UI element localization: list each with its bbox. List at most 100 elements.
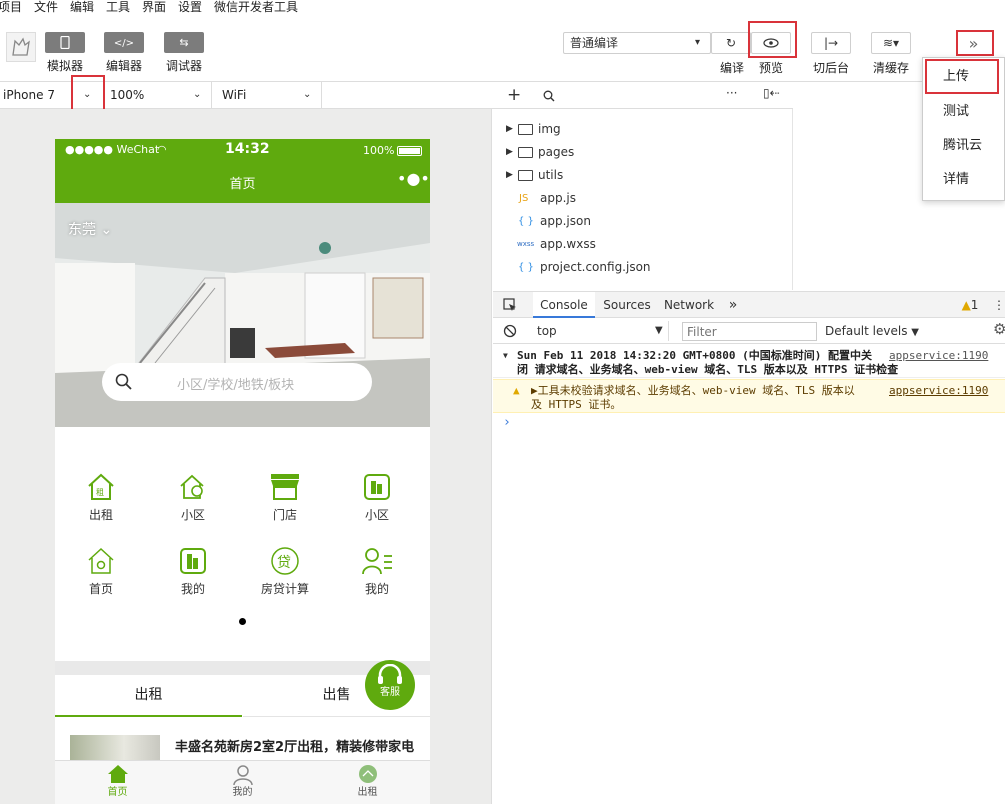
layers-icon: ≋▾	[882, 36, 900, 50]
folder-icon	[518, 147, 533, 158]
compile-button[interactable]: ↻	[711, 32, 751, 54]
grid-item-rent[interactable]: 租 出租	[66, 472, 136, 532]
simulator-button[interactable]	[45, 32, 85, 53]
service-label: 客服	[380, 687, 400, 698]
editor-button[interactable]: </>	[104, 32, 144, 53]
pager-dot[interactable]	[239, 618, 246, 625]
battery-label: 100%	[363, 144, 395, 157]
tree-item-pages[interactable]: ▶ pages	[493, 141, 793, 164]
tree-item-app-json[interactable]: { } app.json	[493, 210, 793, 233]
avatar[interactable]	[6, 32, 36, 62]
grid-item-loan[interactable]: 贷 房贷计算	[250, 546, 320, 606]
background-button[interactable]: |→	[811, 32, 851, 54]
phone-nav-bar: 首页 •●•	[55, 161, 430, 203]
expand-triangle-icon[interactable]: ▼	[503, 349, 508, 363]
network-select[interactable]: WiFi ⌄	[219, 82, 322, 108]
debugger-label: 调试器	[165, 59, 202, 73]
clear-cache-button[interactable]: ≋▾	[871, 32, 911, 54]
console-filter-input[interactable]	[682, 322, 817, 341]
device-value: iPhone 7	[3, 88, 55, 102]
tab-network[interactable]: Network	[661, 292, 717, 318]
chevron-down-icon: ⌄	[303, 89, 312, 100]
simulator-label: 模拟器	[46, 59, 83, 73]
tab-home[interactable]: 首页	[75, 764, 160, 799]
tab-rent-bottom-label: 出租	[357, 787, 378, 798]
menu-devtools[interactable]: 微信开发者工具	[214, 0, 298, 14]
collapse-panel-icon[interactable]: ▯⇠	[763, 86, 780, 100]
devtools-menu-icon[interactable]: ⋮	[993, 292, 1005, 318]
carrier-label: ●●●●● WeChat	[65, 143, 160, 156]
chevron-down-icon: ⌄	[100, 222, 113, 238]
menu-item-label: 腾讯云	[943, 138, 983, 153]
more-dots-icon[interactable]: •●•	[397, 169, 430, 188]
tree-item-app-js[interactable]: JS app.js	[493, 187, 793, 210]
tree-item-utils[interactable]: ▶ utils	[493, 164, 793, 187]
clear-console-icon[interactable]	[503, 324, 517, 338]
grid-label: 小区	[180, 508, 205, 522]
menu-file[interactable]: 文件	[34, 0, 58, 14]
more-tabs-icon[interactable]: »	[725, 292, 741, 318]
hero-banner[interactable]: 东莞 ⌄ 小区/学校/地铁/板块	[55, 203, 430, 427]
menu-edit[interactable]: 编辑	[70, 0, 94, 14]
add-file-icon[interactable]: +	[507, 85, 521, 105]
tab-rent[interactable]: 出租	[55, 675, 242, 717]
console-log-info[interactable]: ▼ Sun Feb 11 2018 14:32:20 GMT+0800 (中国标…	[493, 344, 1005, 378]
grid-item-community[interactable]: 小区	[158, 472, 228, 532]
switch-background-icon: |→	[823, 36, 839, 50]
log-source-link[interactable]: appservice:1190	[889, 349, 988, 363]
log-levels-select[interactable]: Default levels ▼	[825, 321, 925, 341]
log-message-line: 闭 请求域名、业务域名、web-view 域名、TLS 版本以及 HTTPS 证…	[517, 363, 899, 376]
tab-mine[interactable]: 我的	[200, 764, 285, 799]
menu-project[interactable]: 项目	[0, 0, 22, 14]
tree-item-app-wxss[interactable]: wxss app.wxss	[493, 233, 793, 256]
tab-sources[interactable]: Sources	[601, 292, 653, 318]
console-log-warning[interactable]: ▲ ▶工具未校验请求域名、业务域名、web-view 域名、TLS 版本以 及 …	[493, 379, 1005, 413]
caret-down-icon: ▾	[695, 37, 701, 48]
listing-title[interactable]: 丰盛名苑新房2室2厅出租，精装修带家电	[175, 736, 415, 754]
menu-item-tencent-cloud[interactable]: 腾讯云	[923, 129, 1005, 163]
grid-label: 房贷计算	[260, 582, 309, 596]
tab-console[interactable]: Console	[533, 292, 595, 318]
context-select[interactable]: top ▼	[531, 321, 669, 341]
menu-interface[interactable]: 界面	[142, 0, 166, 14]
warning-icon: ▲	[513, 384, 520, 397]
tree-item-label: img	[538, 122, 561, 136]
svg-text:贷: 贷	[277, 555, 291, 571]
inspect-element-icon[interactable]	[503, 298, 517, 312]
simulator-bar: iPhone 7 ⌄ 100% ⌄ WiFi ⌄	[0, 75, 493, 115]
zoom-select[interactable]: 100% ⌄	[107, 82, 212, 108]
menu-settings[interactable]: 设置	[178, 0, 202, 14]
clear-cache-label: 清缓存	[872, 61, 909, 75]
rent-house-icon: 租	[88, 473, 114, 500]
user-icon	[362, 548, 392, 575]
customer-service-button[interactable]: 客服	[365, 660, 415, 710]
tab-sources-label: Sources	[603, 298, 651, 312]
building-icon	[180, 548, 206, 574]
city-selector[interactable]: 东莞 ⌄	[68, 219, 112, 239]
console-output: ▼ Sun Feb 11 2018 14:32:20 GMT+0800 (中国标…	[493, 344, 1005, 804]
grid-item-mine[interactable]: 我的	[158, 546, 228, 606]
search-input[interactable]: 小区/学校/地铁/板块	[102, 363, 372, 401]
warning-counter[interactable]: ▲1	[955, 292, 985, 318]
gear-icon[interactable]: ⚙	[993, 320, 1005, 338]
tree-item-img[interactable]: ▶ img	[493, 118, 793, 141]
grid-item-store[interactable]: 门店	[250, 472, 320, 532]
grid-item-mine-2[interactable]: 我的	[342, 546, 412, 606]
tab-rent-bottom[interactable]: 出租	[325, 764, 410, 799]
grid-item-community-2[interactable]: 小区	[342, 472, 412, 532]
log-source-link[interactable]: appservice:1190	[889, 384, 988, 398]
console-prompt[interactable]: ›	[503, 416, 511, 430]
search-icon	[115, 373, 132, 390]
menu-item-test[interactable]: 测试	[923, 95, 1005, 129]
tree-item-project-config[interactable]: { } project.config.json	[493, 256, 793, 279]
search-icon[interactable]	[543, 90, 555, 102]
menu-tools[interactable]: 工具	[106, 0, 130, 14]
compile-mode-select[interactable]: 普通编译 ▾	[563, 32, 711, 54]
grid-item-home[interactable]: 首页	[66, 546, 136, 606]
menu-item-details[interactable]: 详情	[923, 163, 1005, 197]
upload-highlight	[925, 59, 999, 94]
preview-highlight	[748, 21, 797, 58]
debugger-button[interactable]: ⇆	[164, 32, 204, 53]
folder-icon	[518, 170, 533, 181]
more-options-icon[interactable]: ···	[726, 86, 737, 100]
